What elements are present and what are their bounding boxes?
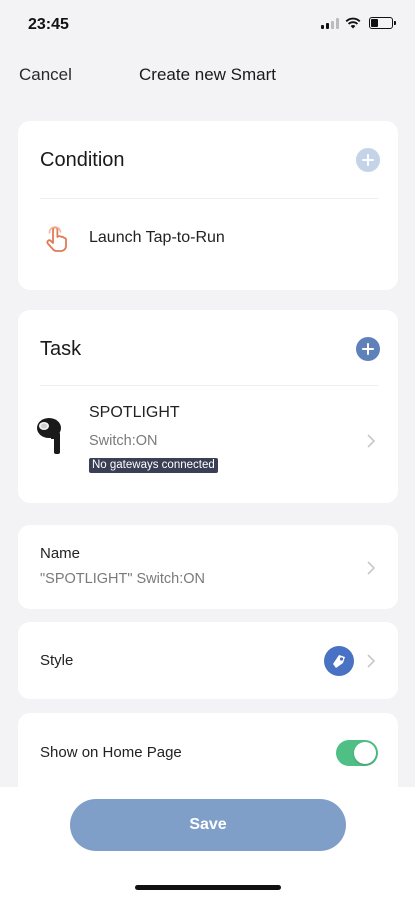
home-page-row-label: Show on Home Page: [40, 744, 182, 761]
task-item[interactable]: SPOTLIGHT Switch:ON No gateways connecte…: [18, 386, 398, 502]
save-button[interactable]: Save: [70, 799, 346, 851]
style-row-label: Style: [40, 652, 74, 669]
task-device-name: SPOTLIGHT: [89, 404, 180, 421]
condition-item[interactable]: Launch Tap-to-Run: [18, 199, 398, 289]
gateway-status-badge: No gateways connected: [89, 458, 218, 473]
chevron-right-icon: [367, 561, 376, 575]
task-card: Task SPOTLIGHT Switch:ON No gateways con…: [18, 310, 398, 503]
add-circle-icon: [356, 337, 380, 361]
status-icons: [321, 17, 396, 29]
name-row-label: Name: [40, 545, 81, 562]
chevron-right-icon: [367, 434, 376, 448]
bottom-bar: Save: [0, 787, 415, 900]
style-tag-icon: [324, 646, 354, 676]
status-time: 23:45: [28, 16, 69, 33]
signal-icon: [321, 17, 339, 29]
chevron-right-icon: [367, 654, 376, 668]
condition-title: Condition: [40, 149, 125, 171]
home-indicator: [135, 885, 281, 890]
page-title: Create new Smart: [139, 65, 276, 84]
condition-card: Condition Launch Tap-to-Run: [18, 121, 398, 290]
condition-item-label: Launch Tap-to-Run: [89, 229, 225, 246]
toggle-knob: [354, 742, 376, 764]
tap-hand-icon: [46, 226, 67, 252]
battery-fill: [371, 19, 378, 27]
name-row-value: "SPOTLIGHT" Switch:ON: [40, 571, 205, 587]
add-circle-icon: [356, 148, 380, 172]
add-condition-button[interactable]: [356, 148, 380, 172]
style-row[interactable]: Style: [18, 622, 398, 699]
task-title: Task: [40, 338, 82, 360]
task-device-status: Switch:ON: [89, 433, 158, 449]
show-on-home-toggle[interactable]: [336, 740, 378, 766]
nav-bar: Cancel Create new Smart: [0, 55, 415, 95]
name-row[interactable]: Name "SPOTLIGHT" Switch:ON: [18, 525, 398, 609]
add-task-button[interactable]: [356, 337, 380, 361]
spotlight-device-icon: [37, 418, 61, 454]
battery-icon: [369, 17, 396, 29]
wifi-icon: [345, 17, 361, 29]
status-bar: 23:45: [0, 0, 415, 50]
